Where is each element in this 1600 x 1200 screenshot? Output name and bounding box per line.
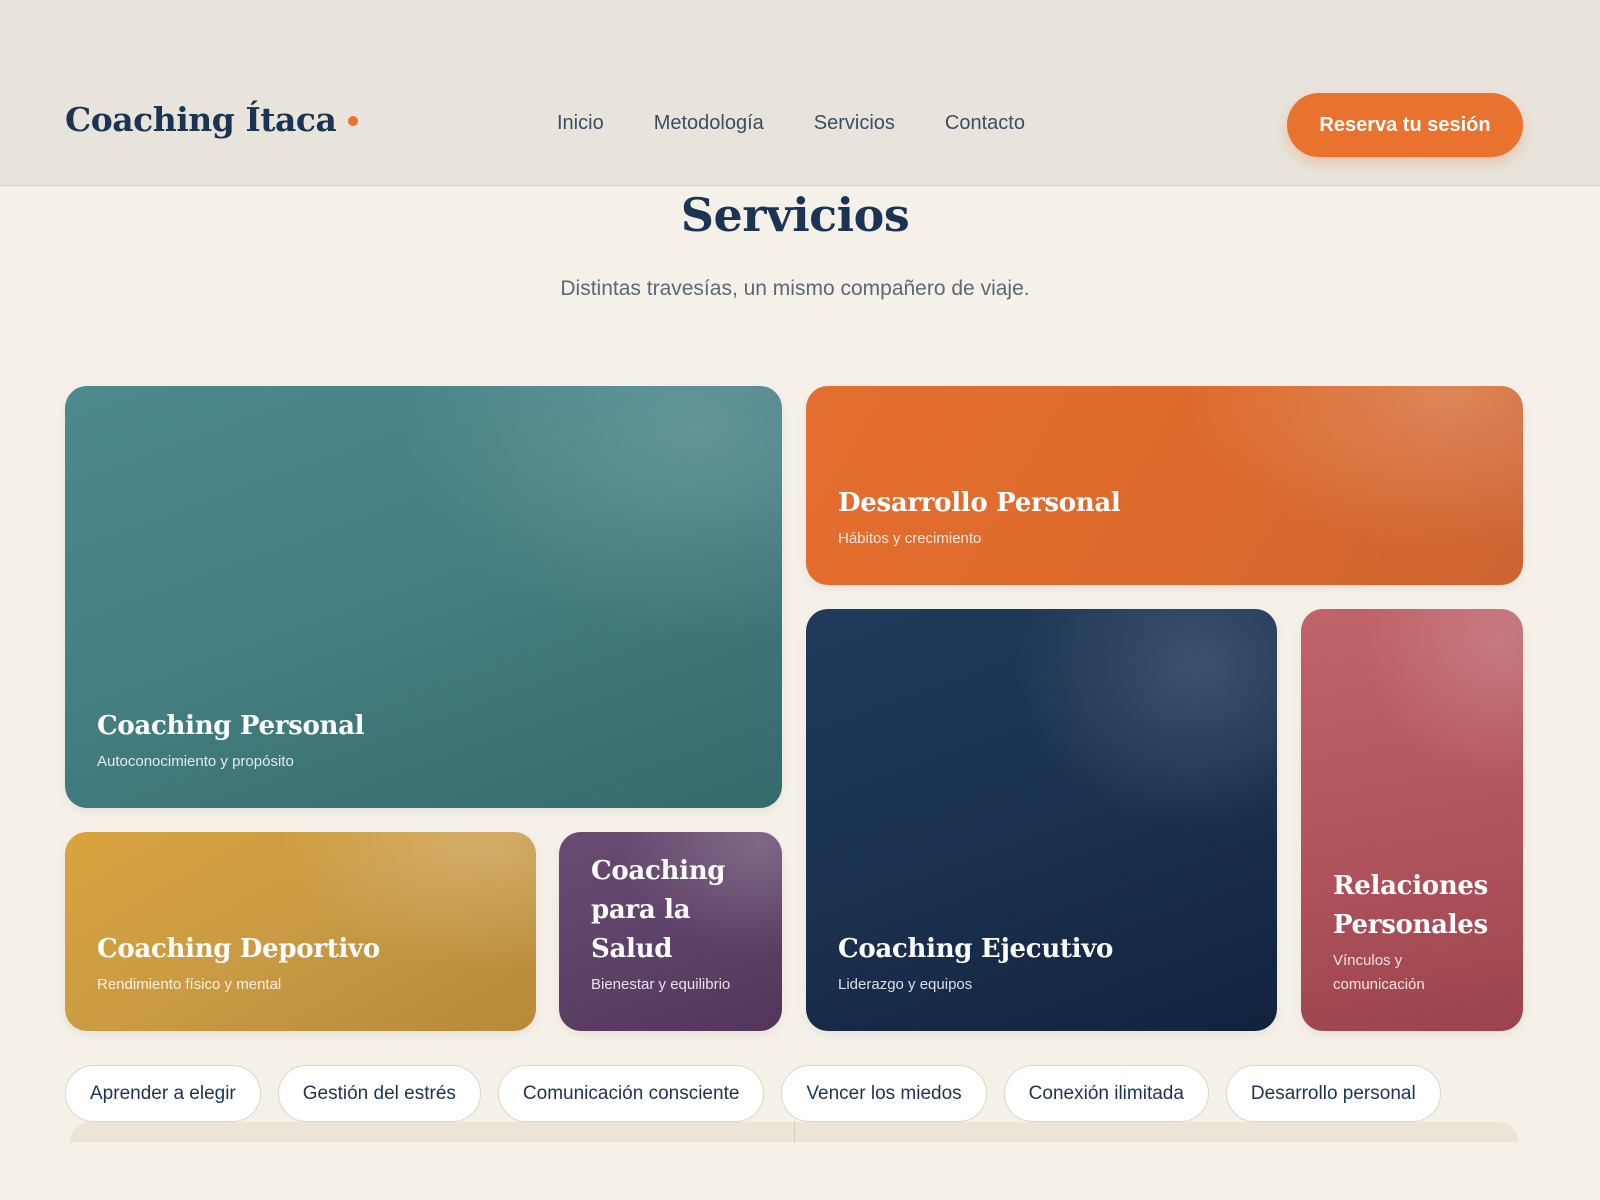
card-subtitle: Autoconocimiento y propósito [97, 753, 294, 770]
tag-list: Aprender a elegir Gestión del estrés Com… [65, 1065, 1458, 1122]
card-relaciones-personales[interactable]: Relaciones Personales Vínculos y comunic… [1301, 609, 1523, 1031]
card-subtitle-line: Vínculos y [1333, 952, 1403, 969]
tag-chip[interactable]: Comunicación consciente [497, 1065, 765, 1122]
card-title: Coaching para la Salud [591, 852, 758, 969]
card-title: Coaching Deportivo [97, 934, 380, 964]
card-subtitle: Hábitos y crecimiento [838, 530, 982, 547]
card-title: Desarrollo Personal [838, 488, 1121, 518]
section-title: Servicios [680, 188, 910, 242]
tag-chip[interactable]: Gestión del estrés [277, 1065, 481, 1122]
card-title: Relaciones Personales [1333, 867, 1499, 945]
card-text: Desarrollo Personal Hábitos y crecimient… [838, 484, 1499, 551]
logo-text: Coaching Ítaca [65, 100, 337, 139]
card-subtitle: Liderazgo y equipos [838, 976, 973, 993]
main-nav: Inicio Metodología Servicios Contacto [557, 112, 1025, 135]
tag-chip[interactable]: Conexión ilimitada [1003, 1065, 1209, 1122]
card-title-line: Relaciones [1333, 871, 1489, 901]
nav-item-metodologia[interactable]: Metodología [654, 112, 764, 135]
card-coaching-ejecutivo[interactable]: Coaching Ejecutivo Liderazgo y equipos [806, 609, 1277, 1031]
section-subtitle: Distintas travesías, un mismo compañero … [560, 277, 1030, 300]
nav-item-inicio[interactable]: Inicio [557, 112, 604, 135]
logo-dot-icon [348, 115, 359, 126]
card-text: Coaching para la Salud Bienestar y equil… [591, 852, 758, 997]
tag-chip[interactable]: Desarrollo personal [1225, 1065, 1441, 1122]
divider [794, 1122, 795, 1142]
nav-item-contacto[interactable]: Contacto [945, 112, 1025, 135]
card-title-line: para la Salud [591, 895, 691, 964]
card-coaching-deportivo[interactable]: Coaching Deportivo Rendimiento físico y … [65, 832, 536, 1031]
card-text: Relaciones Personales Vínculos y comunic… [1333, 867, 1499, 997]
card-text: Coaching Deportivo Rendimiento físico y … [97, 930, 512, 997]
card-subtitle-line: comunicación [1333, 976, 1425, 993]
tag-chip[interactable]: Aprender a elegir [65, 1065, 261, 1122]
card-desarrollo-personal[interactable]: Desarrollo Personal Hábitos y crecimient… [806, 386, 1523, 585]
card-title-line: Personales [1333, 910, 1488, 940]
card-subtitle: Bienestar y equilibrio [591, 976, 731, 993]
card-coaching-personal[interactable]: Coaching Personal Autoconocimiento y pro… [65, 386, 782, 808]
book-session-button[interactable]: Reserva tu sesión [1287, 93, 1523, 157]
logo[interactable]: Coaching Ítaca [65, 100, 359, 139]
card-title: Coaching Ejecutivo [838, 934, 1114, 964]
card-text: Coaching Ejecutivo Liderazgo y equipos [838, 930, 1253, 997]
card-subtitle: Vínculos y comunicación [1333, 949, 1499, 997]
card-subtitle: Rendimiento físico y mental [97, 976, 282, 993]
nav-item-servicios[interactable]: Servicios [814, 112, 895, 135]
tag-chip[interactable]: Vencer los miedos [781, 1065, 987, 1122]
card-title: Coaching Personal [97, 711, 365, 741]
card-title-line: Coaching [591, 856, 726, 886]
card-coaching-salud[interactable]: Coaching para la Salud Bienestar y equil… [559, 832, 782, 1031]
site-header: Coaching Ítaca Inicio Metodología Servic… [0, 0, 1600, 186]
card-text: Coaching Personal Autoconocimiento y pro… [97, 707, 758, 774]
